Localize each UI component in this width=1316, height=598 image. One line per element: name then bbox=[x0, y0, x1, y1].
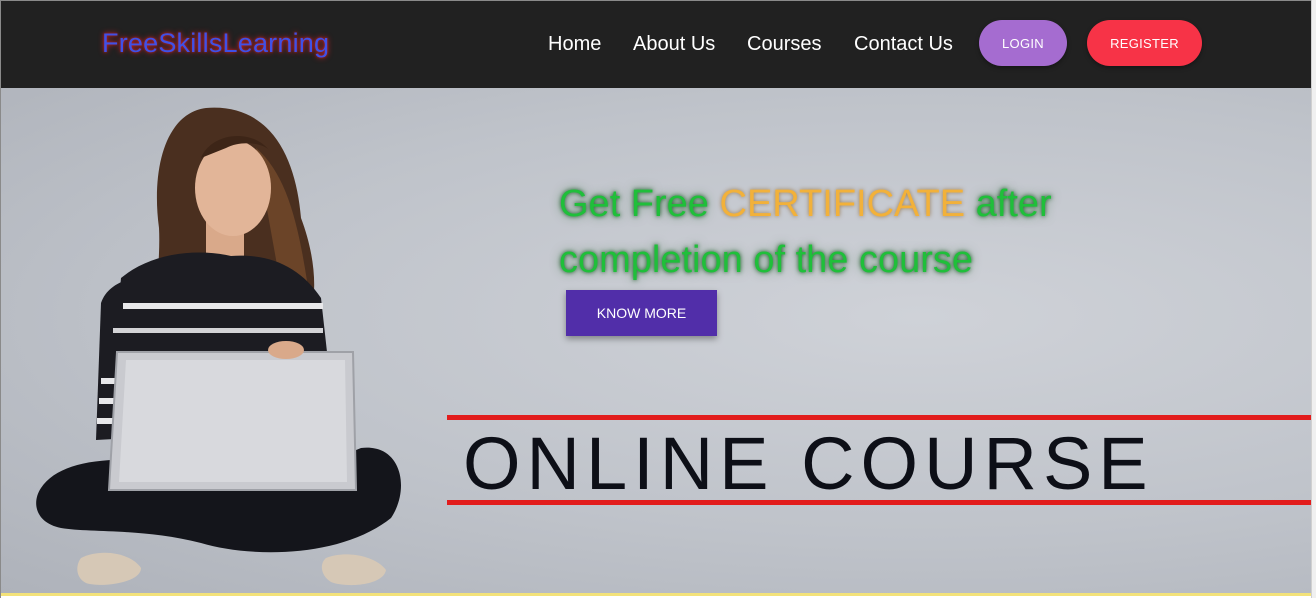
headline-highlight: CERTIFICATE bbox=[719, 183, 966, 225]
student-with-laptop-image bbox=[36, 107, 402, 586]
site-logo[interactable]: FreeSkillsLearning bbox=[102, 28, 329, 59]
banner-top-rule bbox=[447, 415, 1311, 420]
nav-contact-link[interactable]: Contact Us bbox=[854, 33, 953, 56]
browser-viewport: FreeSkillsLearning Home About Us Courses… bbox=[0, 0, 1311, 598]
online-course-banner-text: ONLINE COURSE bbox=[463, 422, 1154, 505]
nav-courses-link[interactable]: Courses bbox=[747, 33, 821, 56]
login-button[interactable]: LOGIN bbox=[979, 20, 1067, 66]
nav-about-link[interactable]: About Us bbox=[633, 33, 715, 56]
headline-prefix: Get Free bbox=[559, 183, 720, 225]
register-button[interactable]: REGISTER bbox=[1087, 20, 1202, 66]
nav-home-link[interactable]: Home bbox=[548, 33, 601, 56]
hero-headline: Get Free CERTIFICATE after completion of… bbox=[559, 176, 1119, 288]
know-more-button[interactable]: KNOW MORE bbox=[566, 290, 717, 336]
window-scrollbar[interactable] bbox=[1311, 0, 1316, 598]
top-navbar: FreeSkillsLearning Home About Us Courses… bbox=[1, 1, 1311, 88]
hero-banner: Get Free CERTIFICATE after completion of… bbox=[1, 88, 1311, 596]
hero-bottom-border bbox=[1, 593, 1311, 596]
banner-bottom-rule bbox=[447, 500, 1311, 505]
